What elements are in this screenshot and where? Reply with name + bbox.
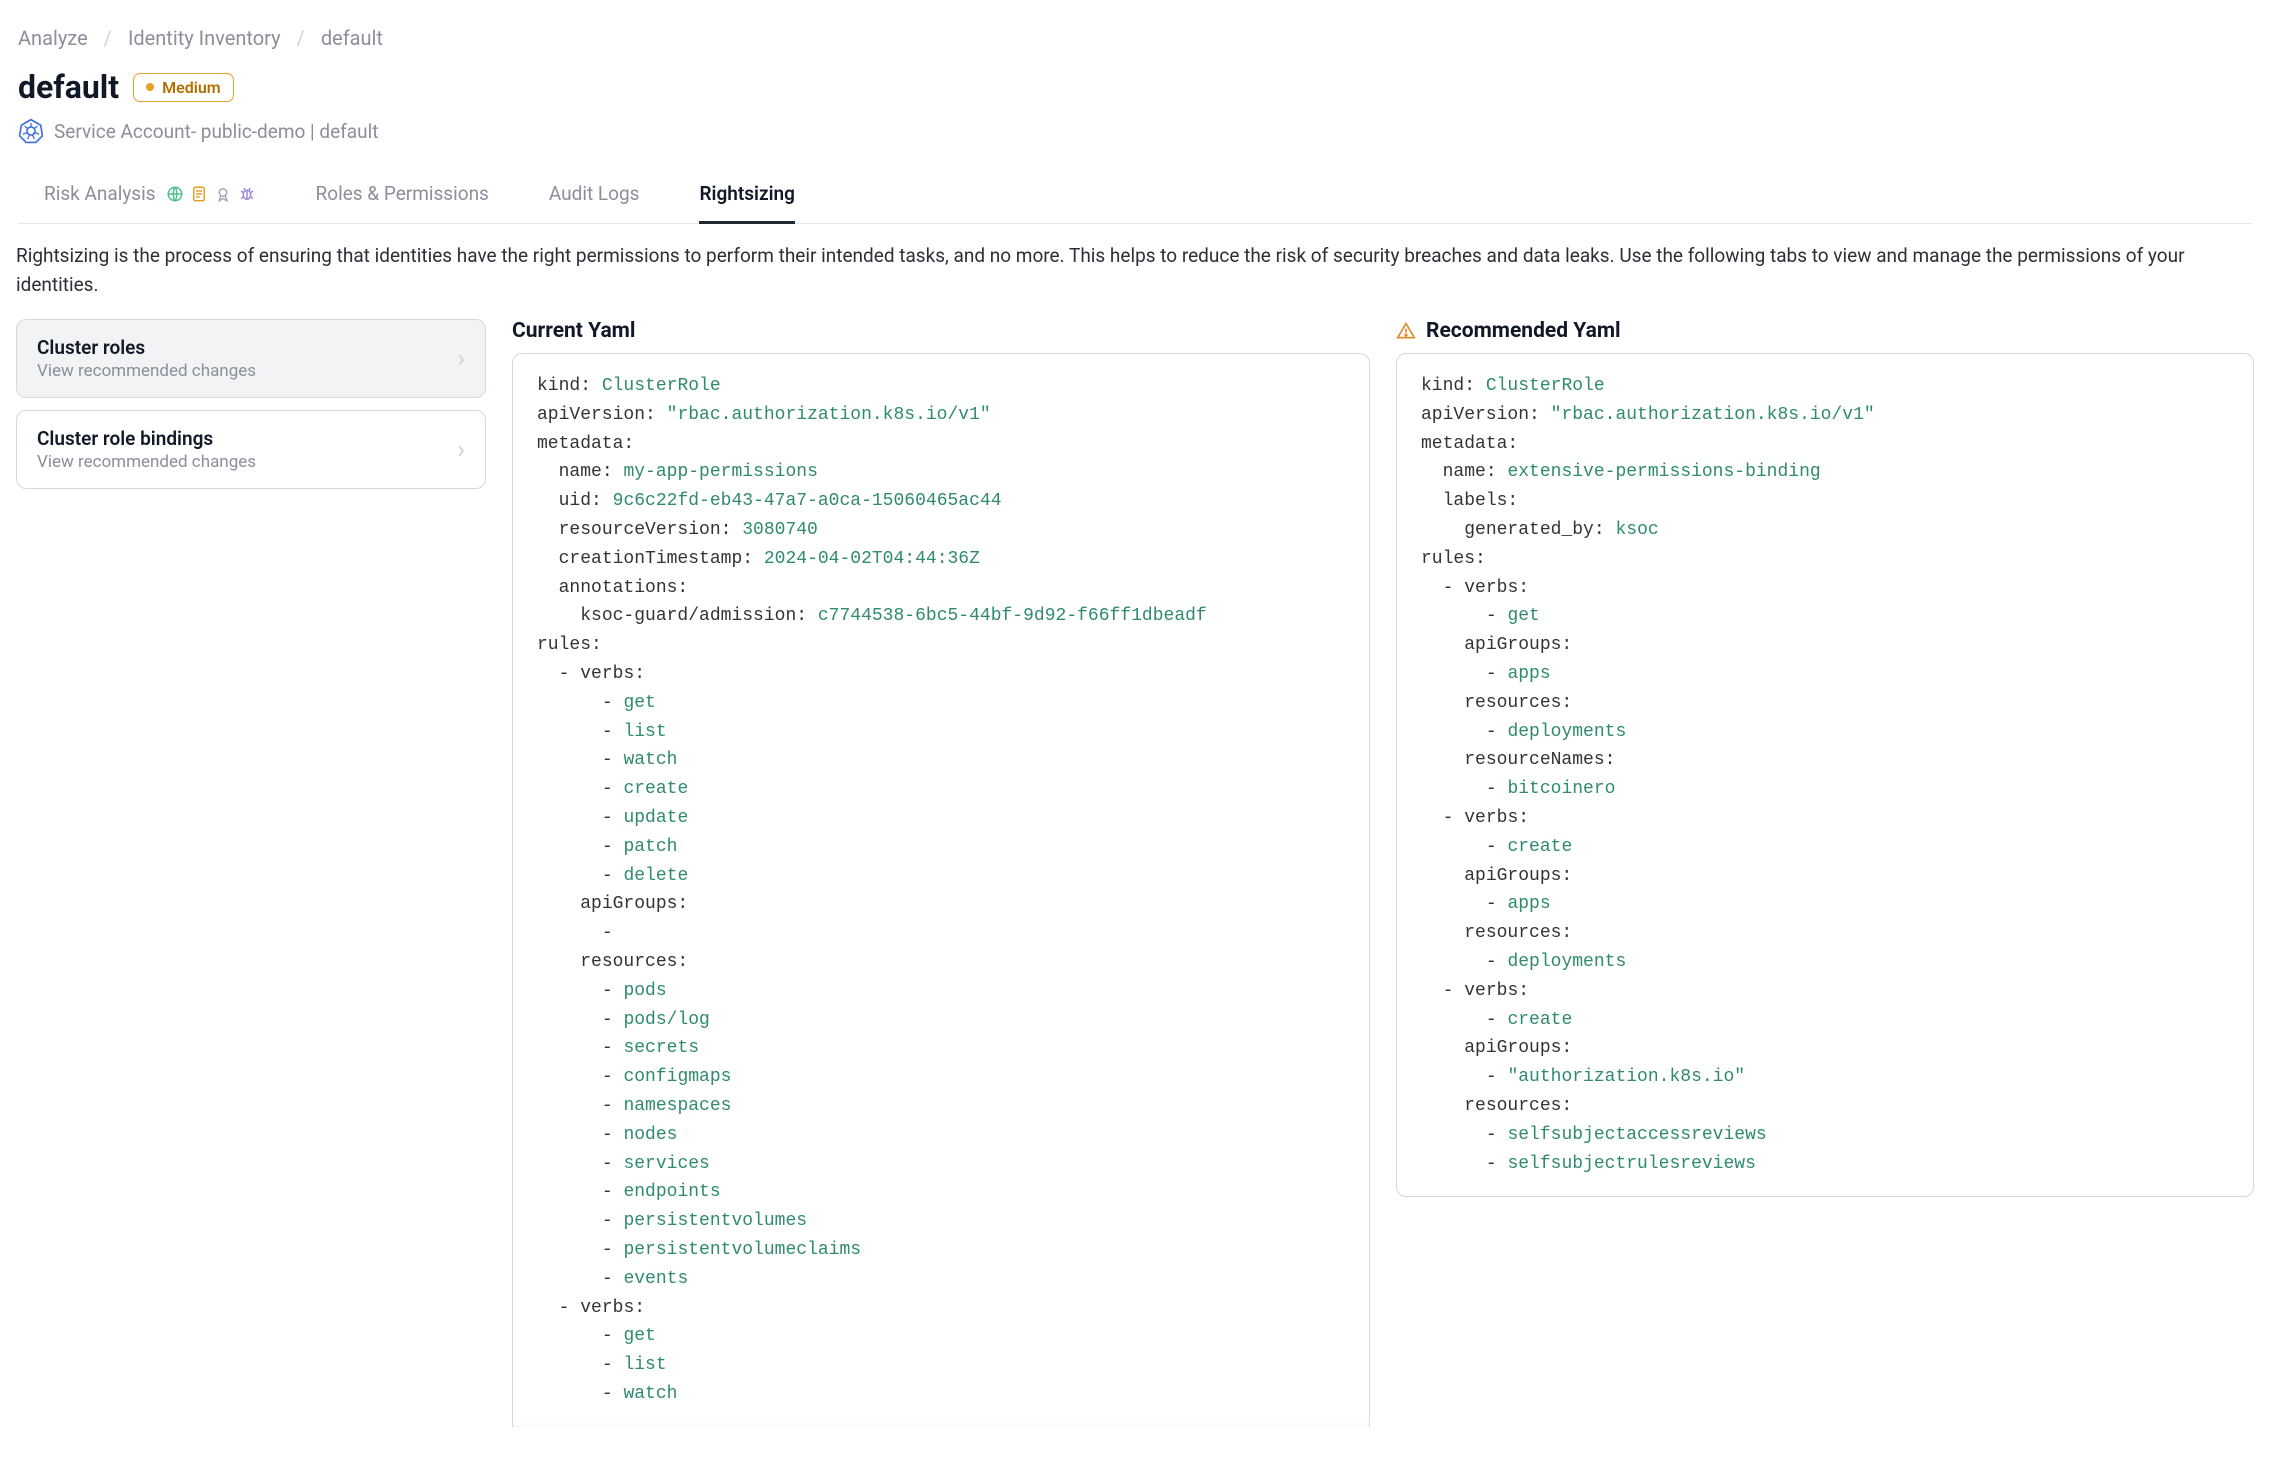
- breadcrumb: Analyze / Identity Inventory / default: [18, 26, 2252, 50]
- tab-risk-icons: [166, 185, 256, 203]
- tab-roles-permissions[interactable]: Roles & Permissions: [316, 170, 489, 224]
- page-subtitle: Service Account- public-demo | default: [54, 120, 378, 143]
- tab-label: Roles & Permissions: [316, 182, 489, 205]
- recommended-yaml-code[interactable]: kind: ClusterRoleapiVersion: "rbac.autho…: [1396, 353, 2254, 1197]
- doc-icon: [190, 185, 208, 203]
- badge-icon: [214, 185, 232, 203]
- current-yaml-code[interactable]: kind: ClusterRoleapiVersion: "rbac.autho…: [512, 353, 1370, 1427]
- side-card-subtitle: View recommended changes: [37, 452, 256, 472]
- breadcrumb-sep: /: [297, 26, 305, 50]
- breadcrumb-sep: /: [104, 26, 112, 50]
- breadcrumb-analyze[interactable]: Analyze: [18, 26, 88, 50]
- breadcrumb-identity-inventory[interactable]: Identity Inventory: [128, 26, 281, 50]
- recommended-yaml-title: Recommended Yaml: [1426, 319, 1621, 343]
- tab-audit-logs[interactable]: Audit Logs: [549, 170, 640, 224]
- side-list: Cluster roles View recommended changes ›…: [16, 319, 486, 489]
- tab-risk-analysis[interactable]: Risk Analysis: [44, 170, 256, 224]
- current-yaml-title: Current Yaml: [512, 319, 1370, 343]
- severity-dot-icon: [146, 83, 154, 91]
- severity-badge: Medium: [133, 73, 234, 102]
- chevron-right-icon: ›: [457, 437, 465, 463]
- tab-rightsizing[interactable]: Rightsizing: [699, 170, 794, 224]
- tab-label: Audit Logs: [549, 182, 640, 205]
- tab-label: Risk Analysis: [44, 182, 156, 205]
- breadcrumb-current: default: [321, 26, 383, 50]
- side-card-cluster-roles[interactable]: Cluster roles View recommended changes ›: [16, 319, 486, 398]
- page-title: default: [18, 68, 119, 106]
- globe-icon: [166, 185, 184, 203]
- side-card-title: Cluster roles: [37, 336, 256, 359]
- severity-label: Medium: [162, 78, 221, 97]
- tabs: Risk Analysis Roles & Permissions Audit …: [18, 170, 2252, 224]
- side-card-title: Cluster role bindings: [37, 427, 256, 450]
- side-card-subtitle: View recommended changes: [37, 361, 256, 381]
- chevron-right-icon: ›: [457, 346, 465, 372]
- side-card-cluster-role-bindings[interactable]: Cluster role bindings View recommended c…: [16, 410, 486, 489]
- warning-icon: [1396, 321, 1416, 341]
- kubernetes-icon: [18, 118, 44, 144]
- rightsizing-description: Rightsizing is the process of ensuring t…: [0, 224, 2270, 319]
- bug-icon: [238, 185, 256, 203]
- tab-label: Rightsizing: [699, 182, 794, 205]
